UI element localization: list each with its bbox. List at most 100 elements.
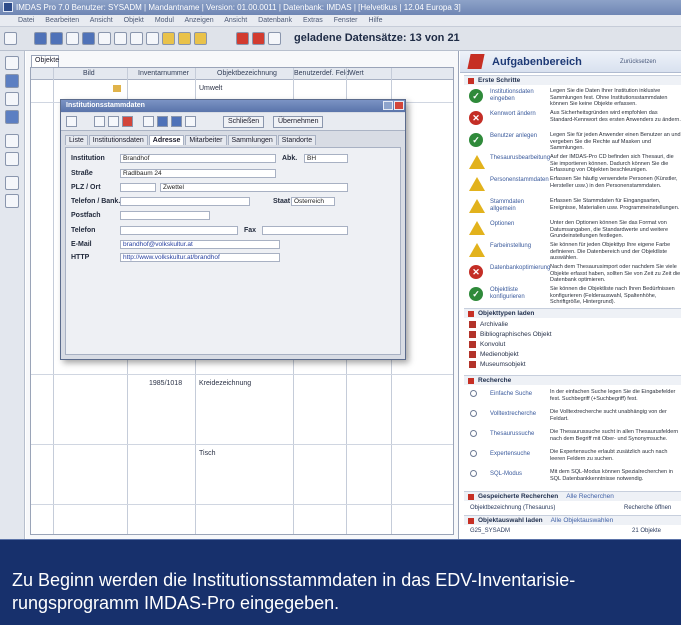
lock-icon[interactable] (178, 32, 191, 45)
menu-item[interactable]: Ansicht (90, 17, 113, 24)
undo-icon[interactable] (5, 56, 19, 70)
column-header[interactable]: Inventarnummer (138, 70, 189, 77)
menu-item[interactable]: Anzeigen (184, 17, 213, 24)
tab-adresse[interactable]: Adresse (148, 135, 185, 145)
object-type-link[interactable]: Museumsobjekt (469, 361, 526, 368)
menu-item[interactable]: Ansicht (224, 17, 247, 24)
back-icon[interactable] (66, 116, 77, 127)
search-option[interactable]: Thesaurussuche Die Thesaurussuche sucht i… (466, 427, 681, 447)
next-icon[interactable] (171, 116, 182, 127)
close-button[interactable]: Schließen (223, 116, 265, 128)
selection-user[interactable]: G25_SYSADM (470, 528, 510, 534)
grid-icon[interactable] (5, 92, 19, 106)
section-object-types[interactable]: Objekttypen laden (464, 308, 681, 318)
section-saved-searches[interactable]: Gespeicherte Recherchen Alle Recherchen (464, 491, 681, 501)
apply-button[interactable]: Übernehmen (273, 116, 324, 128)
menu-item[interactable]: Extras (303, 17, 323, 24)
search-option[interactable]: SQL-Modus Mit dem SQL-Modus können Spezia… (466, 467, 681, 487)
new-icon[interactable] (108, 116, 119, 127)
star-icon[interactable] (5, 110, 19, 124)
phone-field[interactable] (120, 197, 250, 206)
reset-link[interactable]: Zurücksetzen (620, 59, 656, 65)
column-header[interactable]: Bild (83, 70, 95, 77)
check-icon[interactable] (5, 194, 19, 208)
tab-sammlungen[interactable]: Sammlungen (227, 135, 277, 145)
fax-field[interactable] (262, 226, 348, 235)
task-step[interactable]: ✕ Kennwort ändern Aus Sicherheitsgründen w… (466, 108, 681, 130)
tel-field[interactable] (120, 226, 238, 235)
globe-icon[interactable] (5, 74, 19, 88)
menu-item[interactable]: Modul (155, 17, 174, 24)
tab-objekte[interactable]: Objekte (31, 55, 59, 67)
section-search[interactable]: Recherche (464, 375, 681, 385)
column-header[interactable]: Objektbezeichnung (217, 70, 277, 77)
first-icon[interactable] (94, 116, 105, 127)
city-field[interactable]: Zwettel (160, 183, 348, 192)
task-step[interactable]: ✓ Benutzer anlegen Legen Sie für jeden Anw… (466, 130, 681, 152)
previous-record-icon[interactable] (50, 32, 63, 45)
copy-icon[interactable] (98, 32, 111, 45)
abk-field[interactable]: BH (304, 154, 348, 163)
menu-item[interactable]: Datenbank (258, 17, 292, 24)
refresh-icon[interactable] (5, 152, 19, 166)
search-option[interactable]: Volltextrecherche Die Volltextrecherche s… (466, 407, 681, 427)
saved-search-item[interactable]: Objektbezeichnung (Thesaurus) (470, 505, 555, 511)
delete-icon[interactable] (236, 32, 249, 45)
filter-icon[interactable] (130, 32, 143, 45)
menu-item[interactable]: Datei (18, 17, 34, 24)
column-header[interactable]: Benutzerdef. Feld (294, 70, 349, 77)
all-selections-link[interactable]: Alle Objektauswahlen (551, 517, 614, 524)
task-step[interactable]: Stammdaten allgemein Erfassen Sie Stammda… (466, 196, 681, 218)
sort-icon[interactable] (146, 32, 159, 45)
menu-item[interactable]: Hilfe (368, 17, 382, 24)
postfach-field[interactable] (120, 211, 210, 220)
section-selection[interactable]: Objektauswahl laden Alle Objektauswahlen (464, 515, 681, 525)
last-icon[interactable] (185, 116, 196, 127)
http-field[interactable]: http://www.volkskultur.at/brandhof (120, 253, 280, 262)
object-type-link[interactable]: Bibliographisches Objekt (469, 331, 552, 338)
object-type-link[interactable]: Medienobjekt (469, 351, 519, 358)
image-icon[interactable] (5, 176, 19, 190)
state-field[interactable]: Österreich (291, 197, 335, 206)
next-record-icon[interactable] (82, 32, 95, 45)
info-icon[interactable] (268, 32, 281, 45)
tab-standorte[interactable]: Standorte (277, 135, 317, 145)
object-type-link[interactable]: Archivalie (469, 321, 508, 328)
print-icon[interactable] (194, 32, 207, 45)
search-icon[interactable] (4, 32, 17, 45)
plz-field[interactable] (120, 183, 156, 192)
object-type-link[interactable]: Konvolut (469, 341, 505, 348)
task-step[interactable]: Personenstammdaten Erfassen Sie häufig ve… (466, 174, 681, 196)
delete-icon[interactable] (122, 116, 133, 127)
task-step[interactable]: ✓ Objektliste konfigurieren Sie können die… (466, 284, 681, 306)
edit-icon[interactable] (5, 134, 19, 148)
minimize-icon[interactable] (383, 101, 393, 110)
tab-liste[interactable]: Liste (65, 135, 88, 145)
column-header[interactable]: Wert (349, 70, 364, 77)
all-searches-link[interactable]: Alle Recherchen (566, 493, 614, 500)
tab-institutionsdaten[interactable]: Institutionsdaten (88, 135, 148, 145)
list-icon[interactable] (114, 32, 127, 45)
cancel-icon[interactable] (252, 32, 265, 45)
email-field[interactable]: brandhof@volkskultur.at (120, 240, 280, 249)
link-icon[interactable] (143, 116, 154, 127)
task-step[interactable]: Optionen Unter den Optionen können Sie da… (466, 218, 681, 240)
menu-item[interactable]: Fenster (334, 17, 358, 24)
close-icon[interactable] (394, 101, 404, 110)
task-step[interactable]: Thesaurusbearbeitung Auf der IMDAS-Pro CD… (466, 152, 681, 174)
section-first-steps[interactable]: Erste Schritte (464, 75, 681, 85)
first-record-icon[interactable] (34, 32, 47, 45)
open-search-link[interactable]: Recherche öffnen (624, 505, 671, 511)
street-field[interactable]: Radlbaum 24 (120, 169, 276, 178)
tab-mitarbeiter[interactable]: Mitarbeiter (185, 135, 227, 145)
search-option[interactable]: Einfache Suche In der einfachen Suche leg… (466, 387, 681, 407)
menu-item[interactable]: Bearbeiten (45, 17, 79, 24)
new-record-icon[interactable] (66, 32, 79, 45)
institution-field[interactable]: Brandhof (120, 154, 276, 163)
folder-icon[interactable] (162, 32, 175, 45)
prev-icon[interactable] (157, 116, 168, 127)
menu-item[interactable]: Objekt (124, 17, 144, 24)
task-step[interactable]: Farbeinstellung Sie können für jeden Obje… (466, 240, 681, 262)
task-step[interactable]: ✕ Datenbankoptimierung Nach dem Thesaurusi… (466, 262, 681, 284)
task-step[interactable]: ✓ Institutionsdaten eingeben Legen Sie die… (466, 86, 681, 108)
